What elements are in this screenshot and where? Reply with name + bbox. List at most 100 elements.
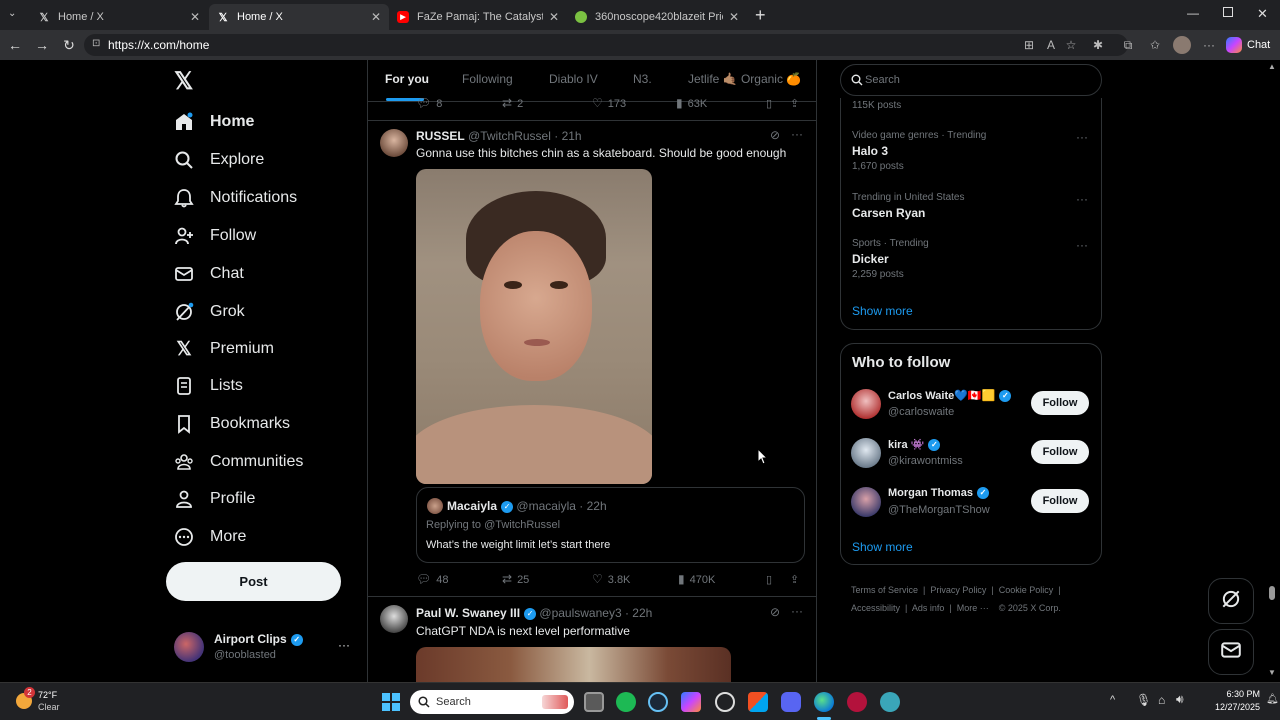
split-window-icon[interactable]: ⧉ [1121, 38, 1135, 52]
browser-tab-3[interactable]: ▶ FaZe Pamaj: The Catalyst - A MW2 ✕ [389, 4, 567, 30]
sidebar-item-notifications[interactable]: Notifications [172, 182, 297, 214]
author-name[interactable]: RUSSEL [416, 129, 465, 143]
tweet-time[interactable]: · 22h [625, 606, 652, 620]
account-more-icon[interactable]: ··· [338, 638, 350, 652]
new-tab-icon[interactable]: + [755, 5, 766, 26]
weather-widget[interactable]: 2 72°F Clear [14, 687, 94, 717]
follow-button[interactable]: Follow [1031, 391, 1089, 415]
sidebar-item-premium[interactable]: 𝕏 Premium [172, 333, 274, 365]
account-switcher[interactable]: Airport Clips ✓ @tooblasted ··· [174, 630, 354, 666]
sidebar-item-grok[interactable]: Grok [172, 296, 245, 328]
bookmark-icon[interactable]: ▯ [766, 573, 790, 586]
scroll-up-arrow-icon[interactable]: ▲ [1268, 62, 1276, 71]
grok-icon[interactable]: ⊘ [770, 605, 780, 619]
sidebar-item-chat[interactable]: Chat [172, 258, 244, 290]
footer-link-cookies[interactable]: Cookie Policy [999, 585, 1054, 595]
spotify-icon[interactable] [616, 692, 636, 712]
tweet-more-icon[interactable]: ··· [791, 604, 803, 618]
clock[interactable]: 6:30 PM 12/27/2025 [1196, 688, 1260, 714]
search-box[interactable]: Search [840, 64, 1102, 96]
quoted-tweet[interactable]: Macaiyla ✓ @macaiyla · 22h Replying to @T… [416, 487, 805, 563]
trend-item[interactable]: Sports · Trending Dicker 2,259 posts ··· [852, 238, 1092, 280]
sidebar-item-lists[interactable]: Lists [172, 370, 243, 402]
profile-avatar[interactable] [1173, 36, 1191, 54]
footer-link-accessibility[interactable]: Accessibility [851, 603, 900, 613]
menu-ellipsis-icon[interactable]: ··· [1202, 38, 1216, 52]
tab-jetlife[interactable]: Jetlife 🤙🏽 Organic 🍊 [688, 72, 801, 86]
tab-diablo-iv[interactable]: Diablo IV [549, 72, 598, 86]
app-icon[interactable] [880, 692, 900, 712]
share-icon[interactable]: ⇪ [790, 97, 799, 110]
tweet-media-photo[interactable] [416, 647, 731, 682]
browser-tab-2[interactable]: 𝕏 Home / X ✕ [209, 4, 389, 30]
post-button[interactable]: Post [166, 562, 341, 601]
trend-more-icon[interactable]: ··· [1076, 192, 1088, 206]
follow-button[interactable]: Follow [1031, 440, 1089, 464]
extensions-icon[interactable]: ✱ [1091, 38, 1105, 52]
copilot-app-icon[interactable] [681, 692, 701, 712]
sidebar-item-explore[interactable]: Explore [172, 144, 264, 176]
browser-tab-4[interactable]: 360noscope420blazeit Price: MLG ✕ [567, 4, 747, 30]
author-handle[interactable]: @TwitchRussel [468, 129, 551, 143]
address-bar[interactable]: ⊡ https://x.com/home ⊞ A ☆ [84, 34, 1128, 56]
page-scrollbar[interactable]: ▲ ▼ [1268, 60, 1276, 682]
tab-for-you[interactable]: For you [385, 72, 429, 86]
share-icon[interactable]: ⇪ [790, 573, 799, 586]
network-icon[interactable]: ⌂ [1158, 693, 1165, 707]
sidebar-item-follow[interactable]: Follow [172, 220, 256, 252]
sidebar-item-home[interactable]: Home [172, 106, 254, 138]
tweet[interactable]: Paul W. Swaney III ✓ @paulswaney3 · 22h ⊘… [368, 597, 816, 682]
forward-icon[interactable]: → [34, 37, 50, 53]
sidebar-item-bookmarks[interactable]: Bookmarks [172, 408, 290, 440]
trend-item[interactable]: 115K posts [852, 100, 901, 111]
bookmark-icon[interactable]: ▯ [766, 97, 790, 110]
reply-button[interactable]: 💬︎ 8 [416, 96, 502, 110]
tweet-more-icon[interactable]: ··· [791, 127, 803, 141]
task-view-icon[interactable] [584, 692, 604, 712]
author-name[interactable]: Paul W. Swaney III [416, 606, 520, 620]
footer-link-privacy[interactable]: Privacy Policy [930, 585, 986, 595]
sidebar-item-profile[interactable]: Profile [172, 483, 255, 515]
restore-icon[interactable] [1223, 7, 1233, 17]
footer-link-terms[interactable]: Terms of Service [851, 585, 918, 595]
x-logo-icon[interactable]: 𝕏 [174, 70, 198, 94]
like-button[interactable]: ♡ 3.8K [592, 572, 678, 586]
volume-icon[interactable]: 🔊︎ [1176, 692, 1184, 707]
repost-button[interactable]: ⇄ 25 [502, 572, 592, 586]
messages-float-button[interactable] [1208, 629, 1254, 675]
site-info-icon[interactable]: ⊡ [92, 38, 100, 49]
tweet[interactable]: RUSSEL @TwitchRussel · 21h ⊘ ··· Gonna u… [368, 121, 816, 596]
grok-icon[interactable]: ⊘ [770, 128, 780, 142]
footer-link-more[interactable]: More ··· [957, 603, 989, 613]
repost-button[interactable]: ⇄ 2 [502, 96, 592, 110]
scroll-down-arrow-icon[interactable]: ▼ [1268, 668, 1276, 677]
sidebar-item-more[interactable]: More [172, 521, 246, 553]
tweet-media-photo[interactable] [416, 169, 652, 484]
views-button[interactable]: ▮ 63K [676, 96, 766, 110]
app-icon[interactable] [847, 692, 867, 712]
favorites-icon[interactable]: ✩ [1148, 38, 1162, 52]
tweet-time[interactable]: · 21h [554, 129, 581, 143]
back-icon[interactable]: ← [7, 37, 23, 53]
store-icon[interactable] [748, 692, 768, 712]
trend-more-icon[interactable]: ··· [1076, 238, 1088, 252]
notifications-bell-icon[interactable]: 🔔︎ [1266, 694, 1279, 705]
show-hidden-icons[interactable]: ^ [1110, 694, 1115, 706]
author-handle[interactable]: @paulswaney3 [539, 606, 621, 620]
read-aloud-icon[interactable]: A [1044, 38, 1058, 52]
minimize-icon[interactable]: — [1187, 6, 1199, 20]
copilot-chat-button[interactable]: Chat [1226, 35, 1270, 55]
close-tab-icon[interactable]: ✕ [549, 10, 559, 24]
sidebar-item-communities[interactable]: Communities [172, 446, 303, 478]
trend-item[interactable]: Trending in United States Carsen Ryan ··… [852, 192, 1092, 220]
tab-list-dropdown-icon[interactable]: ⌄ [8, 8, 22, 22]
tab-following[interactable]: Following [462, 72, 513, 86]
grok-float-button[interactable] [1208, 578, 1254, 624]
close-tab-icon[interactable]: ✕ [371, 10, 381, 24]
refresh-icon[interactable]: ↻ [61, 37, 77, 54]
tab-n3[interactable]: N3. [633, 72, 652, 86]
scrollbar-thumb[interactable] [1269, 586, 1275, 600]
reply-button[interactable]: 💬︎ 48 [416, 572, 502, 586]
taskbar-search[interactable]: Search [410, 690, 574, 714]
windows-start-icon[interactable] [382, 693, 400, 711]
